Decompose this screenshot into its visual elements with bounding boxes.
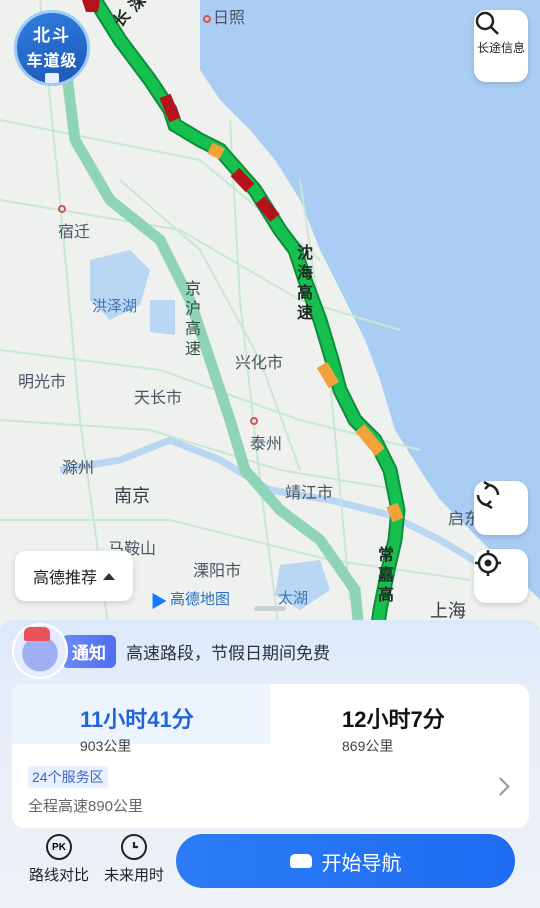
route-time: 11小时41分 xyxy=(80,707,194,732)
refresh-icon xyxy=(476,481,500,509)
car-badge-icon xyxy=(45,73,59,83)
route-options-card: 11小时41分 903公里 12小时7分 869公里 24个服务区 全程高速89… xyxy=(12,684,529,828)
city-nanjing: 南京 xyxy=(114,486,150,506)
route-recommend-label: 高德推荐 xyxy=(32,570,97,587)
start-navigation-button[interactable]: 开始导航 xyxy=(176,834,515,888)
city-rizhao: 日照 xyxy=(203,4,245,28)
city-liyang: 溧阳市 xyxy=(193,563,242,580)
map-canvas xyxy=(0,0,540,640)
service-area-badge: 24个服务区 xyxy=(28,766,108,788)
city-dot-icon xyxy=(58,204,66,213)
notice-text: 高速路段，节假日期间免费 xyxy=(126,643,330,663)
sheet-drag-handle[interactable] xyxy=(254,606,286,611)
locate-icon xyxy=(475,550,501,576)
route-option-1[interactable]: 11小时41分 903公里 xyxy=(12,684,270,754)
future-time-label: 未来用时 xyxy=(103,867,164,884)
locate-button[interactable] xyxy=(474,549,528,603)
amap-logo-text: 高德地图 xyxy=(170,591,231,608)
caret-up-icon xyxy=(103,572,115,580)
map-view[interactable]: 北斗 车道级 日照 宿迁 洪泽湖 明光市 天长市 兴化市 泰州 滁州 南京 靖江… xyxy=(0,0,540,640)
badge-line1: 北斗 xyxy=(33,26,71,45)
city-label: 日照 xyxy=(213,10,246,27)
highway-info: 全程高速890公里 xyxy=(28,798,144,815)
city-label: 宿迁 xyxy=(58,224,91,241)
car-icon xyxy=(289,854,312,868)
city-dot-icon xyxy=(250,416,258,425)
notice-bar[interactable]: 通知 高速路段，节假日期间免费 xyxy=(12,623,330,679)
lake-hongze: 洪泽湖 xyxy=(92,298,138,315)
refresh-route-button[interactable] xyxy=(474,481,528,535)
city-mingguang: 明光市 xyxy=(18,374,67,391)
road-label-jinghu: 京沪高速 xyxy=(184,281,201,358)
long-trip-info-label: 长途信息 xyxy=(476,40,525,55)
city-dot-icon xyxy=(203,14,211,23)
lake-taihu: 太湖 xyxy=(278,590,309,607)
route-compare-button[interactable]: PK 路线对比 xyxy=(18,834,100,885)
city-jingjiang: 靖江市 xyxy=(285,485,334,502)
start-navigation-label: 开始导航 xyxy=(321,852,402,875)
chevron-right-icon[interactable] xyxy=(491,777,510,796)
route-distance: 869公里 xyxy=(342,738,394,754)
long-trip-info-button[interactable]: 长途信息 xyxy=(474,10,528,82)
road-label-changjia: 常嘉高 xyxy=(377,547,394,604)
amap-logo-icon xyxy=(145,588,167,609)
search-icon xyxy=(475,11,499,35)
city-xinghua: 兴化市 xyxy=(235,355,284,372)
future-time-button[interactable]: 未来用时 xyxy=(93,834,175,885)
route-option-2[interactable]: 12小时7分 869公里 xyxy=(270,684,529,754)
amap-logo: 高德地图 xyxy=(145,588,231,609)
clock-icon xyxy=(121,834,147,860)
city-taizhou: 泰州 xyxy=(250,412,282,454)
route-compare-label: 路线对比 xyxy=(28,867,89,884)
city-suqian: 宿迁 xyxy=(58,200,90,242)
city-tianchang: 天长市 xyxy=(134,390,183,407)
route-time: 12小时7分 xyxy=(342,707,445,732)
badge-line2: 车道级 xyxy=(26,53,78,70)
road-label-shenhai: 沈海高速 xyxy=(296,245,313,322)
mascot-icon xyxy=(12,623,68,679)
beidou-lane-badge[interactable]: 北斗 车道级 xyxy=(14,10,90,86)
route-recommend-button[interactable]: 高德推荐 xyxy=(15,551,133,601)
city-label: 泰州 xyxy=(250,436,283,453)
pk-icon: PK xyxy=(46,834,72,860)
route-distance: 903公里 xyxy=(80,738,132,754)
notice-tag: 通知 xyxy=(62,634,116,668)
city-chuzhou: 滁州 xyxy=(62,460,95,477)
